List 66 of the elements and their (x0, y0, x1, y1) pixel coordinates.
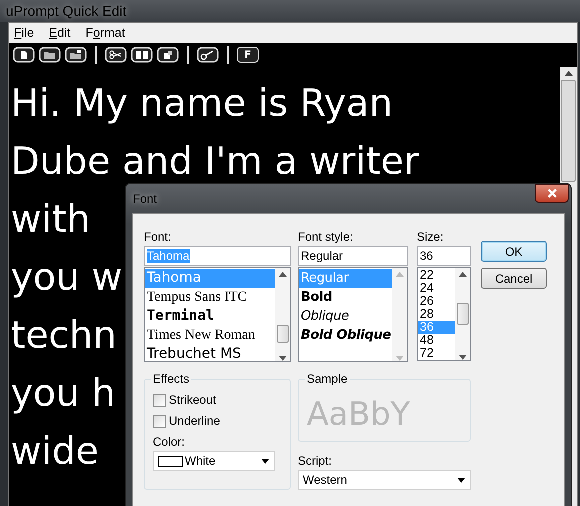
scroll-thumb[interactable] (456, 303, 468, 325)
font-option[interactable]: Tempus Sans ITC (145, 288, 275, 307)
size-option[interactable]: 48 (418, 334, 455, 347)
scroll-thumb[interactable] (561, 80, 576, 182)
sample-text: AaBbY (307, 394, 410, 432)
close-icon (546, 188, 558, 199)
menu-item[interactable]: File (14, 26, 34, 40)
color-label: Color: (153, 435, 186, 449)
font-style-option[interactable]: Bold (299, 288, 392, 307)
checkbox[interactable] (153, 394, 166, 406)
folder-icon[interactable] (65, 47, 87, 63)
scroll-up-icon[interactable] (458, 272, 466, 277)
scroll-thumb[interactable] (276, 325, 288, 343)
font-style-field[interactable]: Regular (298, 246, 408, 266)
font-style-option[interactable]: Bold Oblique (299, 326, 392, 345)
color-dropdown[interactable]: White (153, 451, 275, 471)
checkbox-label: Underline (169, 414, 220, 428)
ok-button[interactable]: OK (481, 241, 547, 262)
scroll-down-icon[interactable] (278, 356, 286, 361)
font-style-label: Font style: (298, 230, 354, 244)
editor-text-line: techn (11, 313, 117, 357)
text-editor[interactable] (9, 67, 577, 506)
scroll-up-icon[interactable] (278, 272, 286, 277)
size-option[interactable]: 26 (418, 295, 455, 308)
menu-item[interactable]: Format (86, 26, 126, 40)
editor-text-line: you h (11, 371, 116, 415)
scroll-down-icon[interactable] (458, 355, 466, 360)
script-dropdown[interactable]: Western (298, 470, 471, 490)
book-icon[interactable] (131, 47, 153, 63)
script-label: Script: (298, 454, 334, 468)
menu-item[interactable]: Edit (49, 26, 71, 40)
editor-text-line: Dube and I'm a writer (11, 139, 420, 183)
clipboard-icon[interactable] (157, 47, 179, 63)
scissors-icon[interactable] (105, 47, 127, 63)
caret-icon (457, 478, 466, 482)
font-button[interactable]: F (237, 47, 259, 63)
scrollbar[interactable] (455, 268, 470, 360)
size-field[interactable]: 36 (417, 246, 471, 266)
checkbox[interactable] (153, 414, 166, 428)
caret-icon (261, 458, 270, 464)
effects-title: Effects (152, 372, 190, 386)
font-option[interactable]: Trebuchet MS (145, 345, 275, 361)
sample-title: Sample (306, 373, 349, 386)
size-option[interactable]: 22 (418, 269, 455, 282)
dialog-title: Font (133, 192, 158, 206)
editor-text-line: wide (11, 429, 99, 473)
size-option[interactable]: 28 (418, 308, 455, 321)
editor-text-line: you w (11, 255, 122, 299)
scroll-up-icon[interactable] (564, 71, 572, 76)
folder-icon[interactable] (39, 47, 61, 63)
close-button[interactable] (535, 184, 569, 203)
size-option[interactable]: 24 (418, 282, 455, 295)
size-option[interactable]: 72 (418, 347, 455, 360)
scrollbar[interactable] (275, 268, 290, 361)
font-option[interactable]: Times New Roman (145, 326, 275, 345)
font-label: Font: (144, 230, 172, 244)
checkbox-label: Strikeout (169, 393, 216, 407)
document-icon[interactable] (13, 47, 35, 63)
font-style-option[interactable]: Oblique (299, 307, 392, 326)
font-option[interactable]: Terminal (145, 307, 275, 326)
editor-text-line: Hi. My name is Ryan (11, 81, 394, 125)
key-icon[interactable] (197, 47, 219, 63)
editor-text-line: with (11, 197, 91, 241)
size-label: Size: (417, 230, 445, 244)
cancel-button[interactable]: Cancel (481, 268, 547, 289)
window-title: uPrompt Quick Edit (6, 3, 127, 19)
